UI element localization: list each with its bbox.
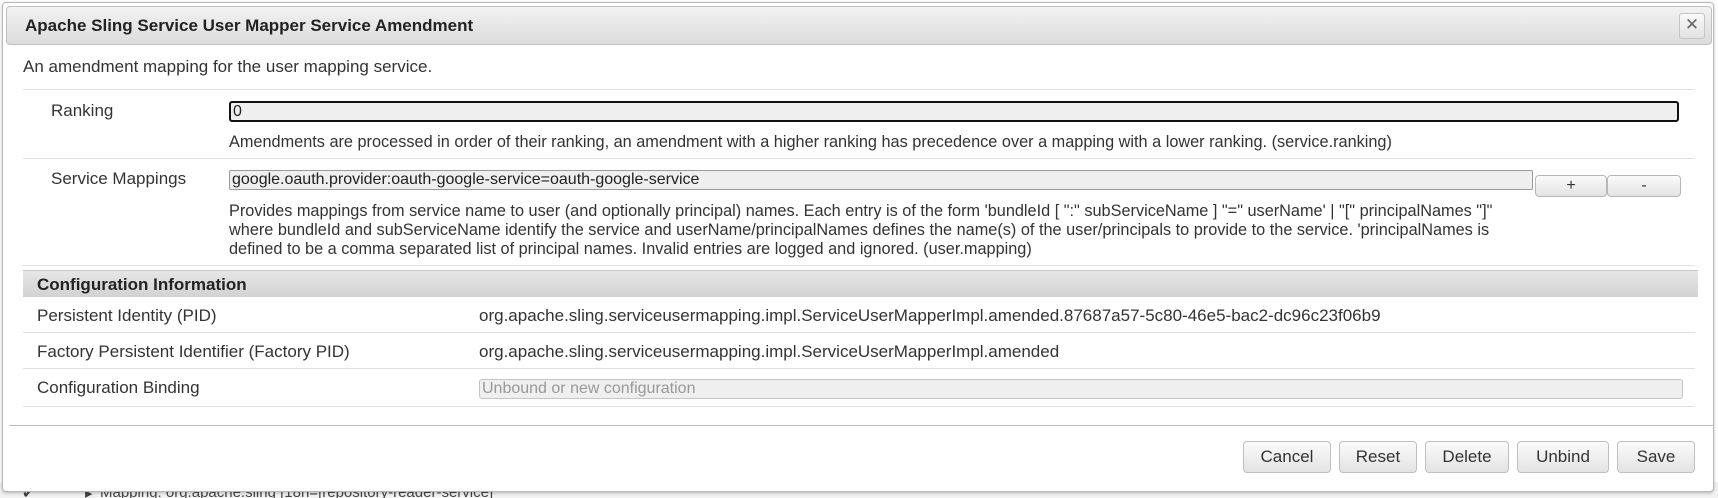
divider: [23, 406, 1695, 407]
dialog-titlebar[interactable]: Apache Sling Service User Mapper Service…: [6, 6, 1712, 45]
pid-label: Persistent Identity (PID): [37, 306, 217, 325]
divider: [23, 332, 1695, 333]
config-info-heading: Configuration Information: [37, 275, 247, 294]
divider: [23, 158, 1695, 159]
reset-button[interactable]: Reset: [1339, 441, 1417, 473]
footer-divider: [9, 425, 1713, 426]
service-mappings-help-line-1: Provides mappings from service name to u…: [229, 202, 1493, 220]
save-button[interactable]: Save: [1617, 441, 1695, 473]
ranking-help: Amendments are processed in order of the…: [229, 133, 1392, 151]
service-mappings-help-line-2: where bundleId and subServiceName identi…: [229, 221, 1490, 239]
cancel-button[interactable]: Cancel: [1243, 441, 1331, 473]
service-mappings-help-line-3: defined to be a comma separated list of …: [229, 240, 1032, 258]
factory-pid-value: org.apache.sling.serviceusermapping.impl…: [479, 342, 1060, 361]
ranking-label: Ranking: [51, 101, 114, 120]
config-info-header: Configuration Information: [23, 270, 1698, 297]
pid-value: org.apache.sling.serviceusermapping.impl…: [479, 306, 1381, 325]
configuration-dialog: Apache Sling Service User Mapper Service…: [2, 2, 1714, 492]
service-mapping-input[interactable]: google.oauth.provider:oauth-google-servi…: [229, 170, 1533, 190]
divider: [23, 368, 1695, 369]
binding-field: Unbound or new configuration: [479, 379, 1683, 399]
divider: [23, 89, 1695, 90]
close-icon[interactable]: ✕: [1679, 13, 1705, 39]
remove-mapping-button[interactable]: -: [1607, 175, 1681, 197]
unbind-button[interactable]: Unbind: [1517, 441, 1609, 473]
divider: [23, 265, 1695, 266]
ranking-input[interactable]: 0: [229, 101, 1679, 122]
binding-label: Configuration Binding: [37, 378, 200, 397]
service-mappings-label: Service Mappings: [51, 169, 187, 188]
dialog-title: Apache Sling Service User Mapper Service…: [25, 16, 474, 35]
add-mapping-button[interactable]: +: [1535, 175, 1607, 197]
dialog-description: An amendment mapping for the user mappin…: [23, 57, 433, 76]
factory-pid-label: Factory Persistent Identifier (Factory P…: [37, 342, 350, 361]
delete-button[interactable]: Delete: [1425, 441, 1509, 473]
